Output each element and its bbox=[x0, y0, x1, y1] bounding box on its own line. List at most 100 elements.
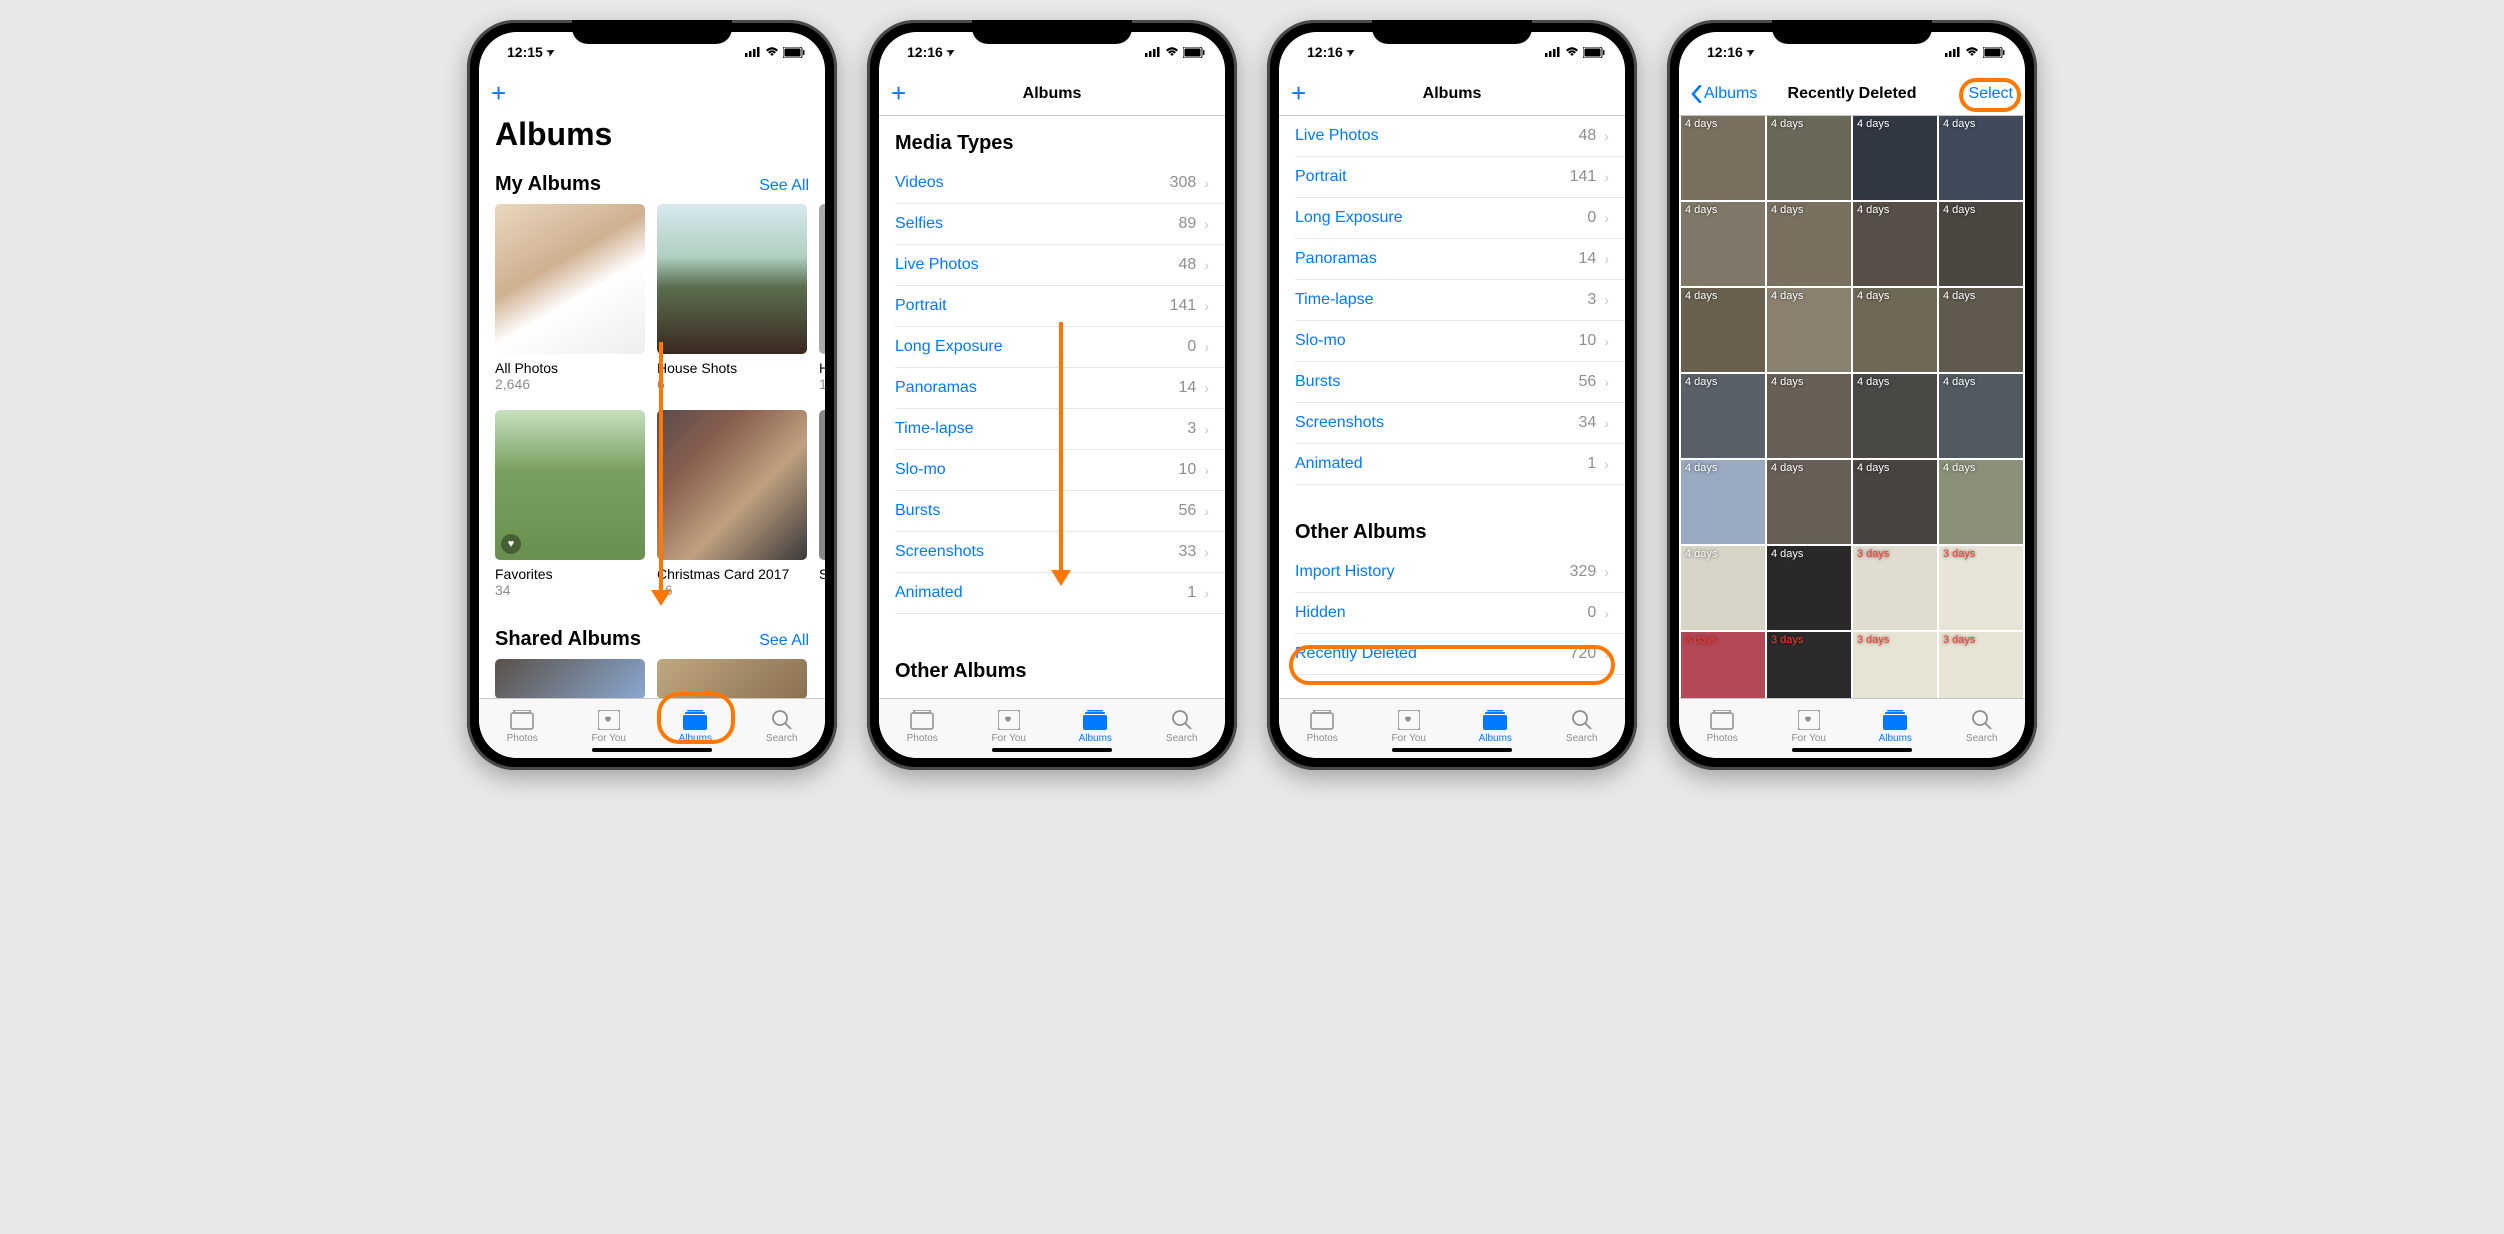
list-item[interactable]: Screenshots34› bbox=[1295, 403, 1625, 444]
tab-photos[interactable]: Photos bbox=[1279, 709, 1366, 744]
photo-thumbnail[interactable]: 3 days bbox=[1853, 546, 1937, 630]
list-count: 0 bbox=[1187, 338, 1196, 356]
add-button[interactable]: + bbox=[491, 78, 506, 109]
photo-thumbnail[interactable]: 4 days bbox=[1939, 460, 2023, 544]
album-favorites[interactable]: ♥ Favorites 34 bbox=[495, 410, 645, 598]
photo-thumbnail[interactable]: 4 days bbox=[1767, 288, 1851, 372]
section-my-albums: My Albums bbox=[495, 173, 601, 196]
album-partial-2[interactable]: S bbox=[819, 410, 825, 598]
list-item[interactable]: Live Photos48› bbox=[1295, 116, 1625, 157]
tab-photos[interactable]: Photos bbox=[879, 709, 966, 744]
photo-thumbnail[interactable]: 4 days bbox=[1939, 202, 2023, 286]
photo-thumbnail[interactable]: 3 days bbox=[1939, 546, 2023, 630]
tab-for-you[interactable]: For You bbox=[1366, 709, 1453, 744]
photo-thumbnail[interactable]: 4 days bbox=[1767, 374, 1851, 458]
wifi-icon bbox=[765, 47, 779, 57]
album-christmas[interactable]: Christmas Card 2017 16 bbox=[657, 410, 807, 598]
home-indicator[interactable] bbox=[1792, 748, 1912, 752]
add-button[interactable]: + bbox=[1291, 78, 1306, 109]
photo-thumbnail[interactable]: 4 days bbox=[1767, 202, 1851, 286]
days-remaining-label: 4 days bbox=[1771, 118, 1803, 130]
list-label: Import History bbox=[1295, 563, 1395, 581]
photo-thumbnail[interactable]: 4 days bbox=[1767, 460, 1851, 544]
photo-thumbnail[interactable]: 4 days bbox=[1853, 202, 1937, 286]
tab-search[interactable]: Search bbox=[1939, 709, 2026, 744]
tab-for-you[interactable]: For You bbox=[966, 709, 1053, 744]
see-all-shared-button[interactable]: See All bbox=[759, 632, 809, 650]
tab-albums[interactable]: Albums bbox=[1452, 709, 1539, 744]
list-label: Time-lapse bbox=[1295, 291, 1374, 309]
photo-thumbnail[interactable]: 4 days bbox=[1767, 116, 1851, 200]
list-item[interactable]: Live Photos48› bbox=[895, 245, 1225, 286]
list-item[interactable]: Import History329› bbox=[1295, 552, 1625, 593]
back-button[interactable]: Albums bbox=[1691, 85, 1757, 103]
photo-thumbnail[interactable]: 3 days bbox=[1767, 632, 1851, 698]
list-item[interactable]: Long Exposure0› bbox=[1295, 198, 1625, 239]
album-house-shots[interactable]: House Shots 6 bbox=[657, 204, 807, 392]
tab-photos[interactable]: Photos bbox=[479, 709, 566, 744]
chevron-icon: › bbox=[1604, 333, 1609, 349]
photo-thumbnail[interactable]: 4 days bbox=[1853, 116, 1937, 200]
add-button[interactable]: + bbox=[891, 78, 906, 109]
chevron-icon: › bbox=[1204, 421, 1209, 437]
photo-thumbnail[interactable]: 4 days bbox=[1681, 116, 1765, 200]
tab-search[interactable]: Search bbox=[1139, 709, 1226, 744]
list-item[interactable]: Animated1› bbox=[1295, 444, 1625, 485]
home-indicator[interactable] bbox=[1392, 748, 1512, 752]
tab-search[interactable]: Search bbox=[739, 709, 826, 744]
albums-row-2: ♥ Favorites 34 Christmas Card 2017 16 S bbox=[479, 410, 825, 598]
photo-thumbnail[interactable]: 4 days bbox=[1681, 374, 1765, 458]
list-item[interactable]: Panoramas14› bbox=[1295, 239, 1625, 280]
tab-photos[interactable]: Photos bbox=[1679, 709, 1766, 744]
home-indicator[interactable] bbox=[992, 748, 1112, 752]
tab-albums[interactable]: Albums bbox=[1852, 709, 1939, 744]
tab-albums[interactable]: Albums bbox=[1052, 709, 1139, 744]
list-item[interactable]: Hidden0› bbox=[1295, 593, 1625, 634]
status-icons bbox=[1145, 47, 1205, 58]
album-partial-1[interactable]: H 1 bbox=[819, 204, 825, 392]
tab-for-you[interactable]: For You bbox=[1766, 709, 1853, 744]
days-remaining-label: 4 days bbox=[1857, 118, 1889, 130]
days-remaining-label: 4 days bbox=[1685, 462, 1717, 474]
list-item[interactable]: Portrait141› bbox=[1295, 157, 1625, 198]
see-all-button[interactable]: See All bbox=[759, 177, 809, 195]
albums-row-1: All Photos 2,646 House Shots 6 H 1 bbox=[479, 204, 825, 392]
list-label: Animated bbox=[1295, 455, 1363, 473]
photo-thumbnail[interactable]: 4 days bbox=[1939, 288, 2023, 372]
list-label: Long Exposure bbox=[1295, 209, 1403, 227]
photo-thumbnail[interactable]: 4 days bbox=[1681, 546, 1765, 630]
list-item[interactable]: Selfies89› bbox=[895, 204, 1225, 245]
photo-thumbnail[interactable]: 4 days bbox=[1681, 288, 1765, 372]
list-count: 14 bbox=[1179, 379, 1197, 397]
list-count: 48 bbox=[1179, 256, 1197, 274]
list-item[interactable]: Time-lapse3› bbox=[1295, 280, 1625, 321]
list-count: 1 bbox=[1187, 584, 1196, 602]
home-indicator[interactable] bbox=[592, 748, 712, 752]
photo-thumbnail[interactable]: 4 days bbox=[1939, 374, 2023, 458]
photo-thumbnail[interactable]: 4 days bbox=[1939, 116, 2023, 200]
days-remaining-label: 4 days bbox=[1943, 118, 1975, 130]
photo-thumbnail[interactable]: 3 days bbox=[1939, 632, 2023, 698]
chevron-icon: › bbox=[1604, 415, 1609, 431]
tab-for-you[interactable]: For You bbox=[566, 709, 653, 744]
photo-thumbnail[interactable]: 4 days bbox=[1681, 460, 1765, 544]
shared-album-1[interactable] bbox=[495, 659, 645, 698]
list-item[interactable]: Bursts56› bbox=[1295, 362, 1625, 403]
content-area: Albums My Albums See All All Photos 2,64… bbox=[479, 116, 825, 698]
photo-thumbnail[interactable]: 3 days bbox=[1681, 632, 1765, 698]
list-item[interactable]: Videos308› bbox=[895, 163, 1225, 204]
list-item[interactable]: Slo-mo10› bbox=[1295, 321, 1625, 362]
photo-thumbnail[interactable]: 4 days bbox=[1681, 202, 1765, 286]
photo-thumbnail[interactable]: 4 days bbox=[1853, 374, 1937, 458]
chevron-icon: › bbox=[1604, 128, 1609, 144]
list-label: Videos bbox=[895, 174, 944, 192]
photo-thumbnail[interactable]: 4 days bbox=[1767, 546, 1851, 630]
photo-thumbnail[interactable]: 3 days bbox=[1853, 632, 1937, 698]
photo-thumbnail[interactable]: 4 days bbox=[1853, 288, 1937, 372]
album-all-photos[interactable]: All Photos 2,646 bbox=[495, 204, 645, 392]
chevron-icon: › bbox=[1204, 216, 1209, 232]
photo-thumbnail[interactable]: 4 days bbox=[1853, 460, 1937, 544]
tab-search[interactable]: Search bbox=[1539, 709, 1626, 744]
chevron-icon: › bbox=[1604, 210, 1609, 226]
list-item[interactable]: Portrait141› bbox=[895, 286, 1225, 327]
